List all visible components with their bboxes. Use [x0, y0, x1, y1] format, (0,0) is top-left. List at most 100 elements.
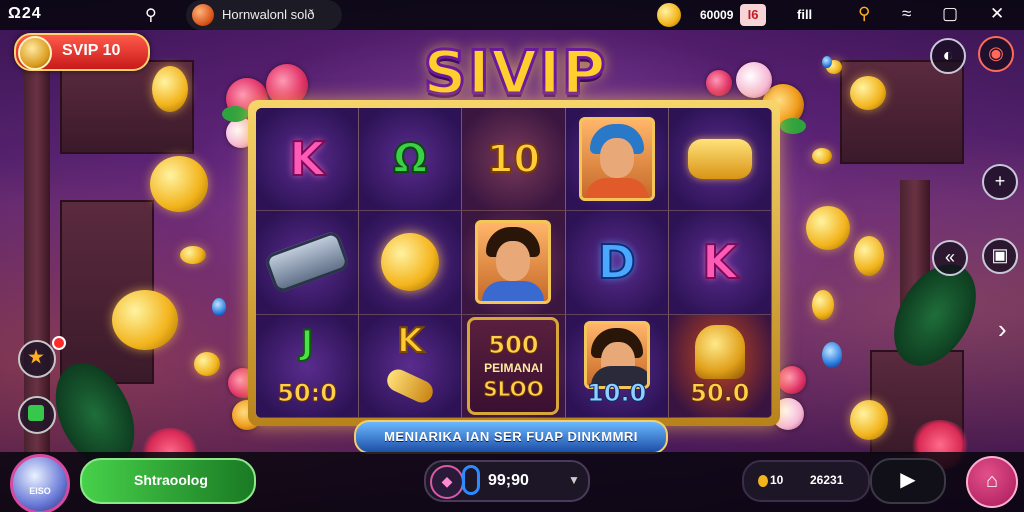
- credit-total: 26231: [810, 473, 844, 487]
- reel-cell: J 50:0: [256, 314, 360, 418]
- reward-icon: [28, 405, 44, 421]
- reel-grid: K Ω 10 D K J 50:0 K 500 PEIMANAI SLOO 10…: [256, 108, 772, 418]
- prize-plaque: 500 PEIMANAI SLOO: [467, 316, 560, 415]
- reel-cell: Ω: [359, 108, 463, 212]
- player-avatar[interactable]: EISO: [10, 454, 70, 512]
- person-icon: ◉: [988, 43, 1004, 63]
- store-button[interactable]: ⌂: [966, 456, 1018, 508]
- reel-cell: K: [256, 108, 360, 212]
- game-title: Hornwalonl solð: [222, 7, 315, 22]
- star-button[interactable]: [18, 340, 56, 378]
- status-text: fill: [797, 7, 813, 22]
- info-button[interactable]: ◐: [930, 38, 966, 74]
- top-bar: Ω24 ⚲ Hornwalonl solð 60009 I6 fill ⚲ ≈ …: [0, 0, 1024, 30]
- symbol-ten: 10: [486, 136, 541, 182]
- rose-decoration: [778, 366, 806, 394]
- chat-button[interactable]: ▣: [982, 238, 1018, 274]
- vip-label: SVIP 10: [62, 42, 121, 59]
- win-value: 10.0: [587, 379, 647, 408]
- plaque-sub: SLOO: [483, 376, 544, 401]
- reel-cell: [256, 211, 360, 315]
- credit-display: 10 26231: [742, 460, 870, 502]
- floating-gem: [822, 342, 842, 368]
- wifi-icon: ≈: [902, 4, 912, 23]
- reel-cell: K: [359, 314, 463, 418]
- rose-decoration: [706, 70, 732, 96]
- game-screen: Ω24 ⚲ Hornwalonl solð 60009 I6 fill ⚲ ≈ …: [0, 0, 1024, 512]
- bet-selector[interactable]: ◆ 99;90 ▼: [424, 460, 590, 502]
- diamond-icon: ◆: [430, 465, 464, 499]
- character-portrait: [475, 220, 552, 305]
- win-value: 50.0: [690, 379, 750, 408]
- symbol-j: J: [300, 322, 315, 364]
- character-portrait: [578, 117, 655, 202]
- plaque-label: PEIMANAI: [484, 360, 543, 375]
- floating-gem: [212, 298, 226, 316]
- reel-cell: 10: [462, 108, 566, 212]
- floating-coin: [180, 246, 206, 264]
- leaf-decoration: [780, 118, 806, 134]
- horn-icon: [383, 365, 437, 407]
- vip-badge[interactable]: SVIP 10: [14, 33, 150, 71]
- star-icon: [28, 349, 44, 364]
- profile-button[interactable]: ◉: [978, 36, 1014, 72]
- game-title-pill[interactable]: Hornwalonl solð: [186, 0, 342, 30]
- search-icon[interactable]: ⚲: [858, 4, 870, 24]
- reel-cell: [565, 108, 669, 212]
- reel-frame: K Ω 10 D K J 50:0 K 500 PEIMANAI SLOO 10…: [248, 100, 780, 426]
- plus-icon: +: [994, 171, 1006, 191]
- coin-icon: [657, 3, 681, 27]
- message-banner: MENIARIKA IAN SER FUAP DINKMMRI: [354, 420, 668, 454]
- reel-cell: [668, 108, 772, 212]
- notification-badge[interactable]: I6: [740, 4, 766, 26]
- chevron-right-icon[interactable]: ›: [998, 314, 1007, 345]
- coin-balance: 60009: [700, 8, 734, 22]
- gold-coin-icon: [381, 233, 440, 292]
- notification-dot: [52, 336, 66, 350]
- collapse-button[interactable]: «: [932, 240, 968, 276]
- chat-icon: ▣: [991, 245, 1009, 265]
- reel-cell: 500 PEIMANAI SLOO: [462, 314, 566, 418]
- info-icon: ◐: [942, 45, 954, 65]
- rose-decoration: [736, 62, 772, 98]
- credit-small: 10: [770, 473, 784, 487]
- search-icon[interactable]: ⚲: [145, 5, 157, 25]
- floating-coin: [806, 206, 850, 250]
- floating-coin: [112, 290, 178, 350]
- coin-icon: [758, 475, 768, 487]
- floating-coin: [194, 352, 220, 376]
- store-icon: ⌂: [985, 470, 999, 492]
- gold-treasure-icon: [687, 139, 752, 180]
- player-name: Shtraoolog: [134, 472, 208, 488]
- chevrons-left-icon: «: [944, 247, 955, 267]
- symbol-d: D: [597, 234, 637, 290]
- golden-bell-icon: [694, 324, 745, 379]
- win-value: 50:0: [277, 379, 338, 408]
- green-reward-button[interactable]: [18, 396, 56, 434]
- background-house-right: [840, 60, 964, 164]
- symbol-k: K: [396, 320, 424, 362]
- play-icon: ▶: [900, 469, 916, 491]
- symbol-k: K: [288, 131, 326, 187]
- ball-icon: [192, 4, 214, 26]
- bet-value: 99;90: [488, 472, 529, 489]
- reel-cell: D: [565, 211, 669, 315]
- window-icon[interactable]: ▢: [942, 4, 958, 24]
- leaf-decoration: [222, 106, 248, 122]
- spin-button[interactable]: ▶: [870, 458, 946, 504]
- close-icon[interactable]: ✕: [990, 4, 1004, 24]
- add-button[interactable]: +: [982, 164, 1018, 200]
- floating-coin: [850, 400, 888, 440]
- avatar-label: EISO: [29, 486, 51, 496]
- floating-gem: [822, 56, 832, 68]
- chevron-down-icon: ▼: [568, 473, 580, 487]
- floating-coin: [812, 290, 834, 320]
- bet-indicator-icon: [462, 465, 480, 495]
- clock: Ω24: [8, 5, 42, 22]
- cannon-icon: [263, 230, 351, 295]
- player-name-button[interactable]: Shtraoolog: [80, 458, 256, 504]
- reel-cell: [462, 211, 566, 315]
- floating-coin: [152, 66, 188, 112]
- floating-coin: [850, 76, 886, 110]
- floating-coin: [812, 148, 832, 164]
